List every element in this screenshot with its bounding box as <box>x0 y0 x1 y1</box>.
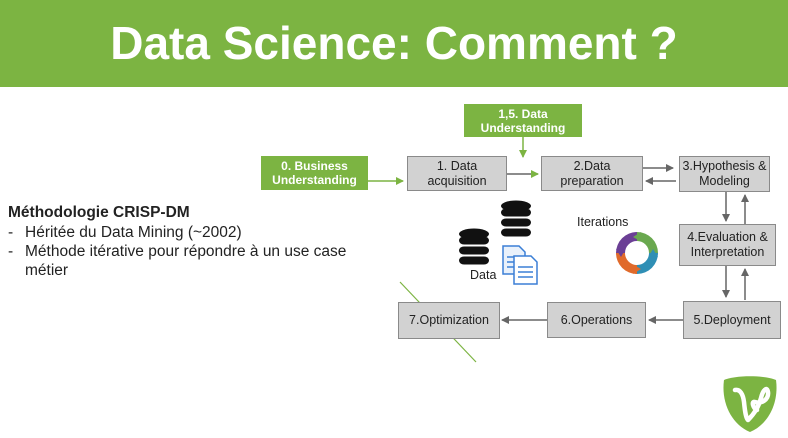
data-label: Data <box>470 268 497 282</box>
step-evaluation-interpretation: 4.Evaluation & Interpretation <box>679 224 776 266</box>
iteration-cycle-icon <box>616 232 658 274</box>
step-optimization: 7.Optimization <box>398 302 500 339</box>
step-deployment: 5.Deployment <box>683 301 781 339</box>
business-understanding-box: 0. Business Understanding <box>261 156 368 190</box>
data-understanding-box: 1,5. Data Understanding <box>464 104 582 137</box>
iterations-label: Iterations <box>577 215 629 229</box>
database-icon <box>459 228 489 265</box>
step-data-acquisition: 1. Data acquisition <box>407 156 507 191</box>
step-operations: 6.Operations <box>547 302 646 338</box>
document-icon <box>502 245 538 285</box>
step-data-preparation: 2.Data preparation <box>541 156 643 191</box>
step-hypothesis-modeling: 3.Hypothesis & Modeling <box>679 156 770 192</box>
diagram-connectors <box>367 137 749 363</box>
brand-logo-icon <box>723 376 777 432</box>
database-icon <box>501 200 531 237</box>
